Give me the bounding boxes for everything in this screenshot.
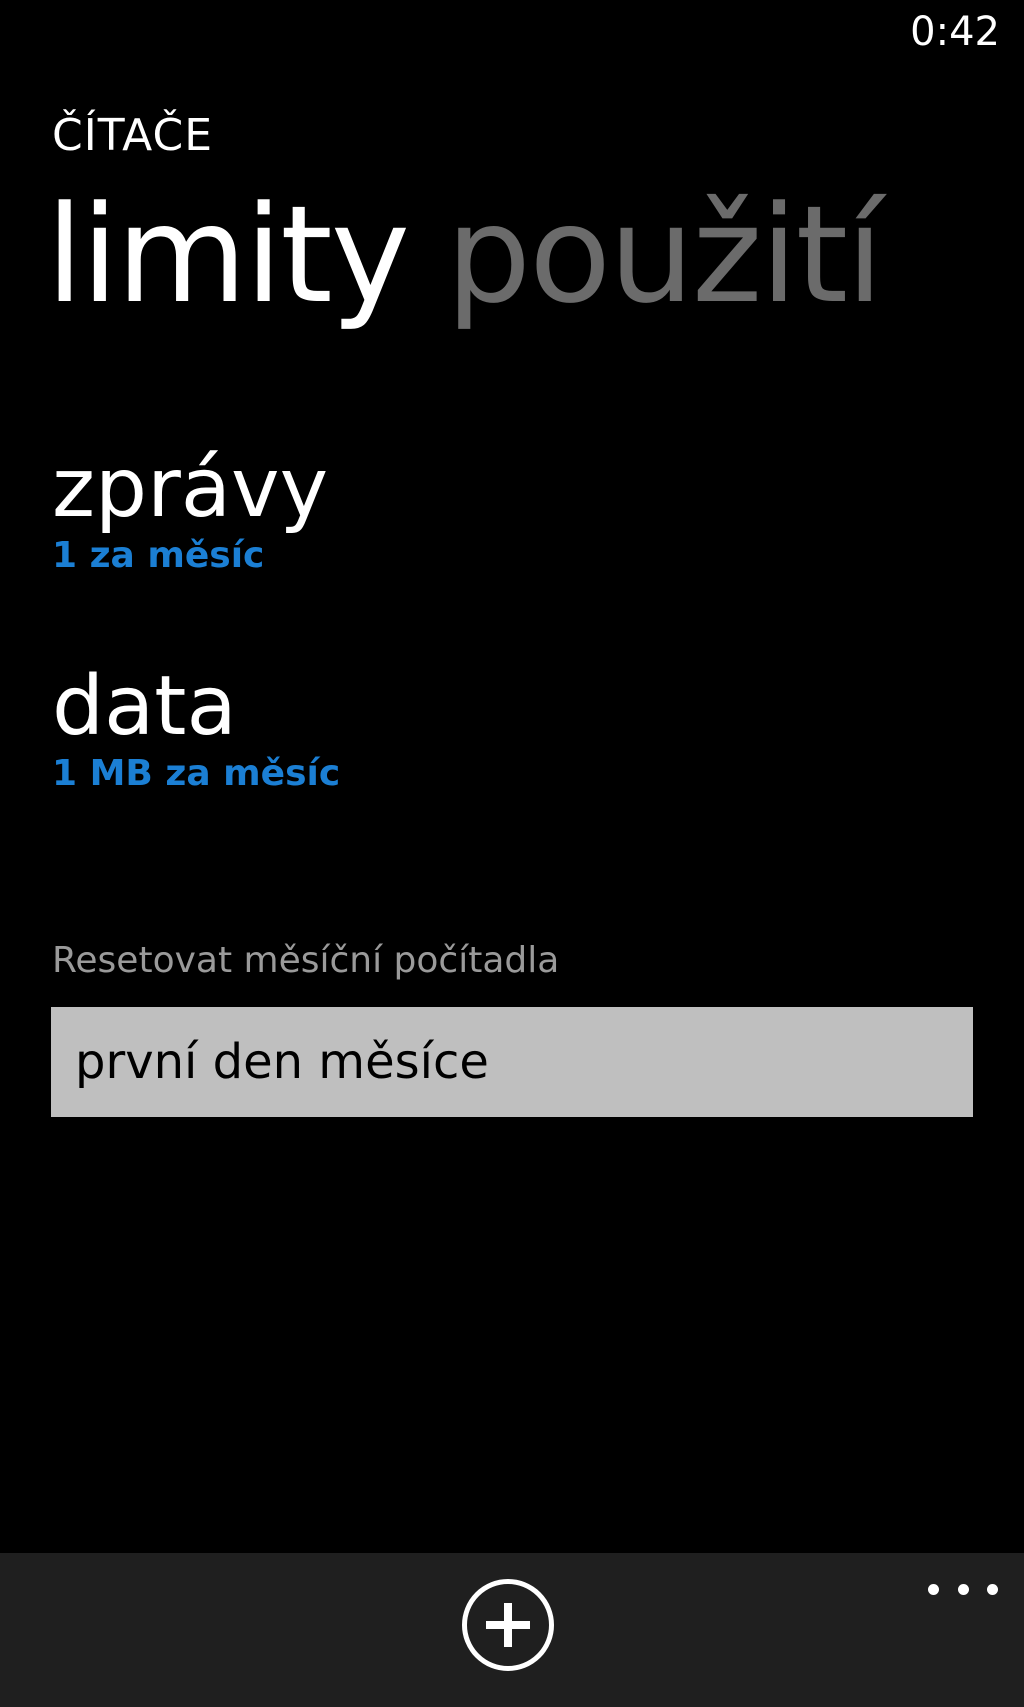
messages-limit-title: zprávy: [52, 441, 329, 536]
messages-limit-item[interactable]: zprávy 1 za měsíc: [52, 441, 329, 577]
reset-day-value: první den měsíce: [75, 1034, 489, 1090]
more-icon-dot: [987, 1583, 998, 1595]
tab-usage[interactable]: použití: [446, 185, 883, 326]
add-icon: [486, 1603, 530, 1647]
reset-day-picker[interactable]: první den měsíce: [51, 1007, 973, 1117]
data-limit-value: 1 MB za měsíc: [52, 753, 341, 795]
more-icon-dot: [957, 1583, 969, 1595]
add-button[interactable]: [462, 1579, 554, 1671]
reset-counters-label: Resetovat měsíční počítadla: [52, 940, 560, 981]
more-icon: [928, 1583, 939, 1595]
pivot-header: limity použití: [46, 185, 919, 326]
tab-limits[interactable]: limity: [46, 185, 410, 326]
app-title: ČÍTAČE: [52, 110, 214, 161]
more-button[interactable]: [928, 1569, 998, 1609]
app-bar: [0, 1553, 1024, 1707]
data-limit-title: data: [52, 659, 237, 754]
data-limit-item[interactable]: data 1 MB za měsíc: [52, 659, 341, 795]
messages-limit-value: 1 za měsíc: [52, 535, 265, 577]
status-time: 0:42: [910, 9, 1000, 55]
